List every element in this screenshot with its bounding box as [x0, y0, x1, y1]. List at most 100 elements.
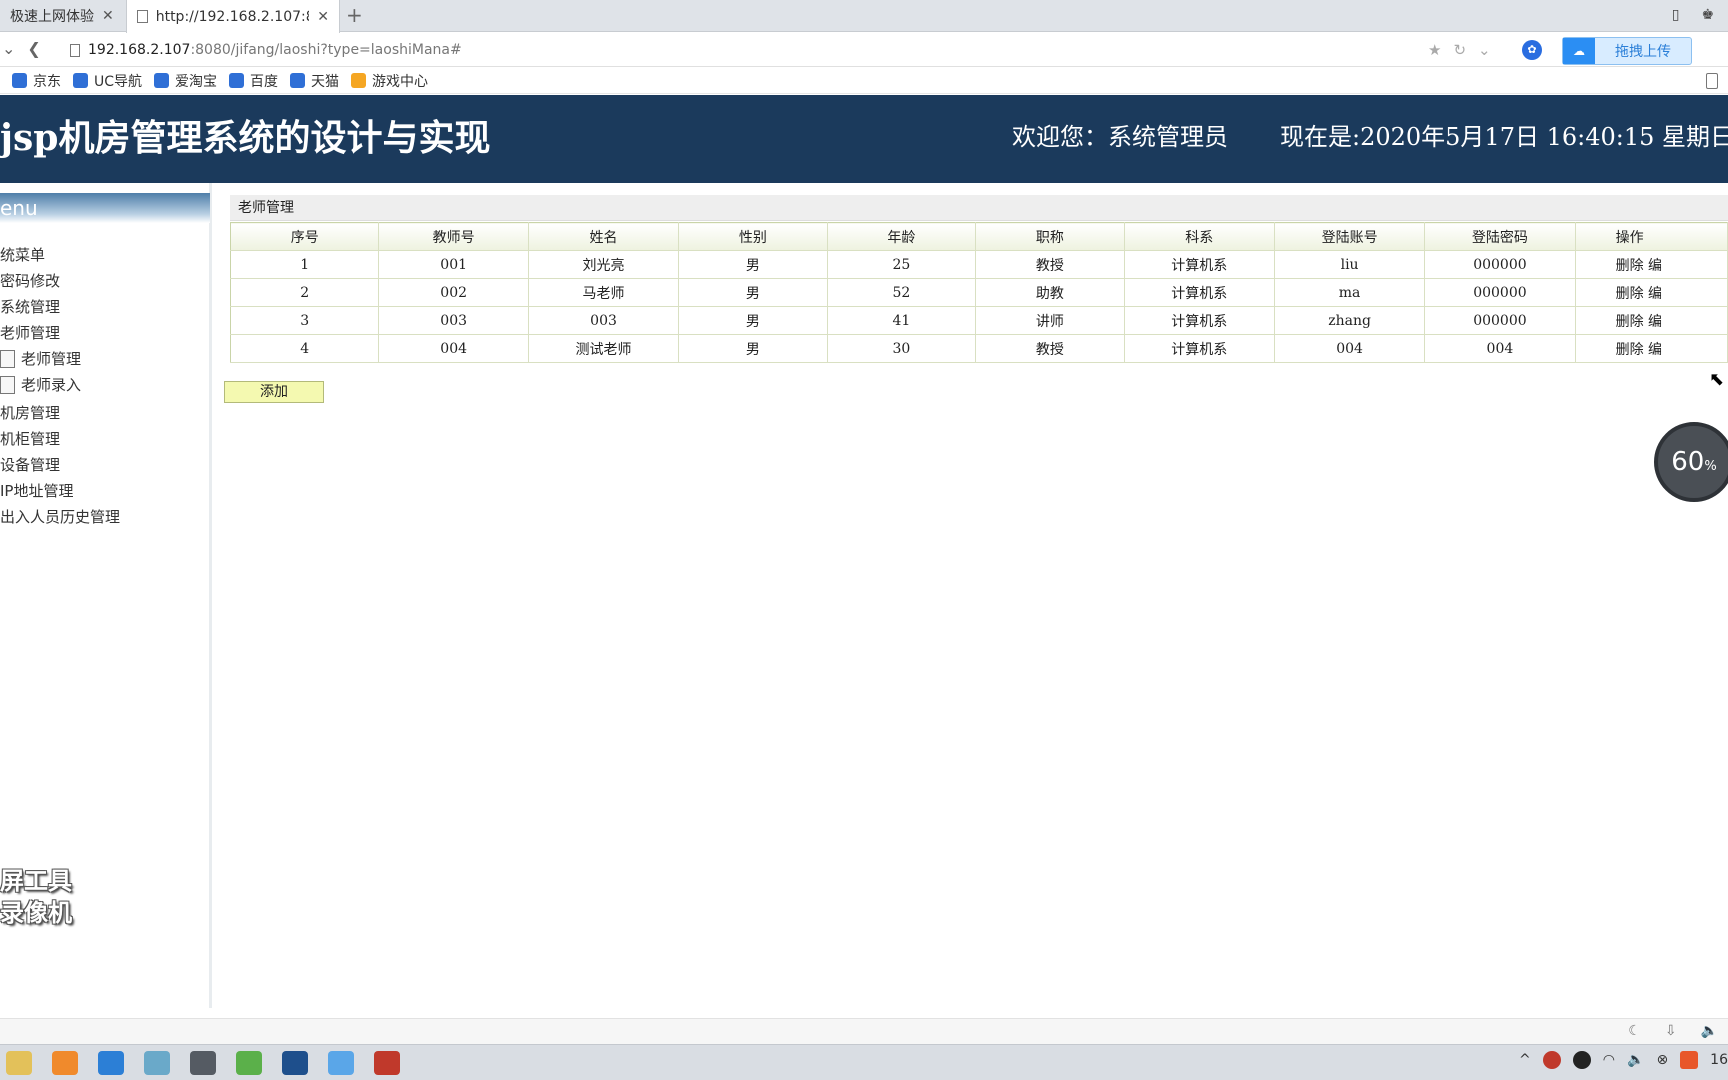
app-header: jsp机房管理系统的设计与实现 欢迎您：系统管理员 现在是:2020年5月17日…	[0, 95, 1728, 183]
table-cell: 000000	[1424, 278, 1576, 307]
sidebar-item-ip[interactable]: IP地址管理	[0, 480, 73, 501]
sidebar: enu 统菜单 密码修改 系统管理 老师管理 老师管理 老师录入 机房管理 机柜…	[0, 183, 212, 1008]
panel-title: 老师管理	[230, 195, 1728, 221]
history-dropdown-icon[interactable]: ⌄	[2, 39, 15, 58]
column-header: 科系	[1124, 222, 1275, 251]
network-speed-widget[interactable]: 60%	[1654, 422, 1728, 502]
bookmark-label: 百度	[250, 73, 279, 90]
green-app-icon[interactable]	[236, 1051, 262, 1075]
browser-tab-1[interactable]: 极速上网体验 ✕	[0, 0, 124, 32]
sidebar-item-room[interactable]: 机房管理	[0, 402, 60, 423]
bookmark-tmall[interactable]: 天猫	[290, 71, 339, 91]
restore-icon[interactable]: ▯	[1672, 7, 1680, 23]
shirt-icon[interactable]: ♚	[1701, 7, 1714, 23]
sidebar-item-device[interactable]: 设备管理	[0, 454, 60, 475]
add-teacher-button[interactable]: 添加	[224, 381, 324, 403]
baidu-paw-icon[interactable]: ✿	[1522, 40, 1542, 60]
teamviewer-icon[interactable]	[98, 1051, 124, 1075]
table-cell: 1	[229, 250, 380, 279]
mouse-cursor-icon: ⬉	[1709, 369, 1725, 390]
document-icon	[0, 349, 15, 368]
page-title: jsp机房管理系统的设计与实现	[0, 117, 491, 159]
settings-app-icon[interactable]	[190, 1051, 216, 1075]
url-tools: ★ ↻ ⌄	[1428, 41, 1491, 59]
system-tray: ^ ◠ 🔈 ⊗ 16	[1519, 1051, 1728, 1069]
sidebar-item-system-admin[interactable]: 系统管理	[0, 296, 60, 317]
url-input[interactable]: 192.168.2.107:8080/jifang/laoshi?type=la…	[70, 37, 1490, 63]
browser-tab-strip: 极速上网体验 ✕ http://192.168.2.107:8 ✕ + ▯ ♚	[0, 0, 1728, 33]
bookmark-label: UC导航	[94, 73, 143, 90]
table-cell: 001	[378, 250, 529, 279]
mobile-icon[interactable]	[1706, 73, 1718, 89]
table-cell: 3	[229, 306, 380, 335]
sidebar-item-cabinet[interactable]: 机柜管理	[0, 428, 60, 449]
browser-tab-2[interactable]: http://192.168.2.107:8 ✕	[126, 0, 340, 33]
new-tab-icon[interactable]: +	[346, 3, 363, 27]
close-circle-icon[interactable]: ⊗	[1656, 1052, 1668, 1068]
bookmark-icon	[12, 73, 27, 88]
sidebar-subitem-teacher-manage[interactable]: 老师管理	[0, 348, 81, 369]
table-cell: 计算机系	[1124, 306, 1275, 335]
recorder-app-icon[interactable]	[374, 1051, 400, 1075]
column-header: 序号	[229, 222, 380, 251]
bookmark-icon	[229, 73, 245, 88]
volume-icon[interactable]: 🔈	[1701, 1023, 1718, 1039]
back-icon[interactable]: ❮	[27, 39, 40, 58]
teacher-table: 序号 教师号 姓名 性别 年龄 职称 科系 登陆账号 登陆密码 操作 1 001…	[229, 222, 1728, 363]
tray-expand-icon[interactable]: ^	[1519, 1052, 1531, 1068]
table-cell: 000000	[1424, 250, 1576, 279]
recorder-watermark: 屏工具 录像机	[0, 865, 72, 929]
drag-upload-button[interactable]: ☁ 拖拽上传	[1562, 37, 1692, 65]
cloud-app-icon[interactable]	[328, 1051, 354, 1075]
row-actions[interactable]: 删除 编	[1575, 278, 1728, 307]
page-icon	[70, 43, 80, 57]
browser-status-bar: ☾ ⇩ 🔈	[0, 1018, 1728, 1044]
ide-app-icon[interactable]	[282, 1051, 308, 1075]
tab-close-icon[interactable]: ✕	[102, 8, 114, 24]
table-cell: 马老师	[528, 278, 680, 307]
url-path: :8080/jifang/laoshi?type=laoshiMana#	[190, 42, 462, 58]
bookmark-games[interactable]: 游戏中心	[351, 71, 428, 91]
sidebar-item-password[interactable]: 密码修改	[0, 270, 60, 291]
table-cell: 计算机系	[1124, 250, 1275, 279]
bookmark-aitaobao[interactable]: 爱淘宝	[154, 71, 217, 91]
browser-app-icon[interactable]	[52, 1051, 78, 1075]
table-cell: 助教	[975, 278, 1125, 307]
taskbar-clock[interactable]: 16	[1710, 1052, 1728, 1068]
star-icon[interactable]: ★	[1428, 41, 1441, 59]
sogou-input-icon[interactable]	[1680, 1051, 1699, 1069]
row-actions[interactable]: 删除 编	[1575, 250, 1728, 279]
tab-title: 极速上网体验	[10, 9, 94, 25]
row-actions[interactable]: 删除 编	[1575, 334, 1728, 363]
menu-header: enu	[0, 193, 210, 223]
bookmark-baidu[interactable]: 百度	[229, 71, 278, 91]
sidebar-item-teacher-admin[interactable]: 老师管理	[0, 322, 60, 343]
chevron-down-icon[interactable]: ⌄	[1478, 41, 1491, 59]
bookmark-jd[interactable]: 京东	[12, 71, 61, 91]
table-cell: 刘光亮	[528, 250, 680, 279]
tab-close-icon[interactable]: ✕	[317, 9, 329, 25]
refresh-icon[interactable]: ↻	[1453, 41, 1466, 59]
column-header: 登陆密码	[1424, 222, 1576, 251]
bookmark-uc[interactable]: UC导航	[73, 71, 142, 91]
welcome-text: 欢迎您：系统管理员	[1012, 123, 1228, 151]
download-icon[interactable]: ⇩	[1665, 1023, 1677, 1039]
wifi-icon[interactable]: ◠	[1603, 1052, 1615, 1068]
table-cell: 002	[378, 278, 529, 307]
table-header-row: 序号 教师号 姓名 性别 年龄 职称 科系 登陆账号 登陆密码 操作	[229, 222, 1728, 251]
sidebar-item-system-menu[interactable]: 统菜单	[0, 244, 45, 265]
table-cell: 003	[528, 306, 680, 335]
tool-app-icon[interactable]	[144, 1051, 170, 1075]
row-actions[interactable]: 删除 编	[1575, 306, 1728, 335]
upload-label: 拖拽上传	[1615, 44, 1671, 60]
tab-title: http://192.168.2.107:8	[155, 8, 310, 25]
table-row: 4 004 测试老师 男 30 教授 计算机系 004 004 删除 编	[229, 334, 1728, 363]
file-explorer-icon[interactable]	[6, 1051, 32, 1075]
qq-icon[interactable]	[1572, 1051, 1591, 1069]
recorder-tray-icon[interactable]	[1542, 1051, 1561, 1069]
night-mode-icon[interactable]: ☾	[1628, 1023, 1641, 1039]
speaker-icon[interactable]: 🔈	[1627, 1052, 1644, 1068]
sidebar-item-visitor-history[interactable]: 出入人员历史管理	[0, 506, 120, 527]
sidebar-subitem-teacher-add[interactable]: 老师录入	[0, 374, 81, 395]
game-icon	[351, 73, 367, 88]
